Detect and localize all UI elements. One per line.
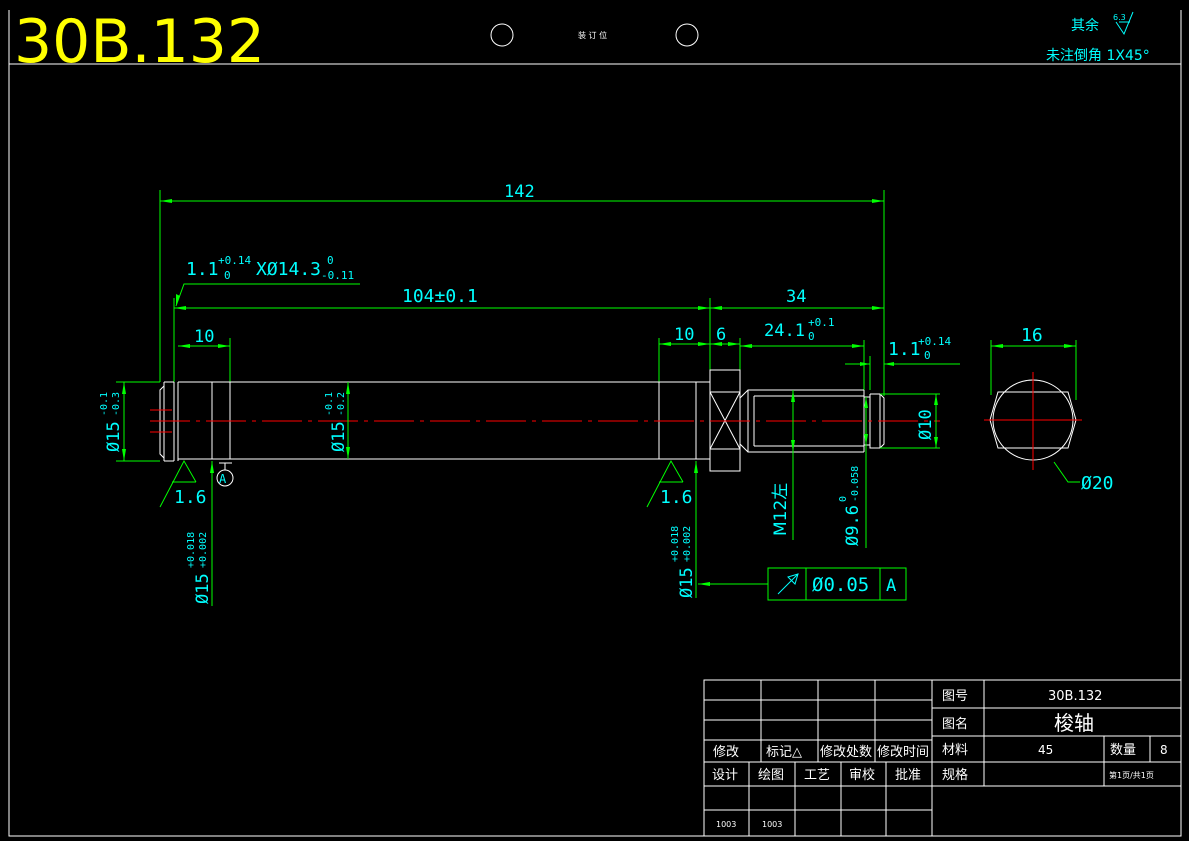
binding-hole-left bbox=[490, 23, 514, 47]
dim-hex-width-text: 6 bbox=[716, 325, 726, 345]
dim-overall-length: 142 bbox=[504, 182, 535, 202]
qty-value: 8 bbox=[1160, 743, 1168, 757]
sign-value-1: 1003 bbox=[762, 820, 782, 829]
tolerance-datum: A bbox=[886, 576, 896, 596]
dim-bearing-right-text: Ø15 bbox=[677, 567, 697, 598]
dim-bearing-left-text: Ø15 bbox=[193, 573, 213, 604]
dim-right-groove-tol-lower: 0 bbox=[924, 349, 931, 362]
dim-right-length-text: 34 bbox=[786, 287, 806, 307]
dim-thread-length: 24.1 bbox=[764, 321, 805, 341]
dim-left-dia-tol-lower: -0.3 bbox=[111, 392, 122, 416]
rev-header-0: 修改 bbox=[713, 745, 739, 760]
datum-letter: A bbox=[219, 472, 227, 486]
dim-bearing-right-tol-lower: +0.002 bbox=[682, 526, 693, 562]
drawing-name-label: 图名 bbox=[942, 716, 968, 732]
groove-spec-a-tol-upper: +0.14 bbox=[218, 254, 251, 267]
title-block-text: 修改 标记△ 修改处数 修改时间 设计 绘图 工艺 审校 批准 1003 100… bbox=[712, 689, 1168, 829]
groove-spec-annotation: 1.1 +0.14 0 XØ14.3 0 -0.11 bbox=[175, 254, 360, 307]
dim-mid-dia-tol-lower: -0.2 bbox=[336, 392, 347, 416]
drawing-no: 30B.132 bbox=[1048, 689, 1102, 704]
roughness-left-text: 1.6 bbox=[174, 487, 207, 508]
roughness-note-label: 其余 bbox=[1071, 17, 1099, 34]
datum-symbol: A bbox=[216, 462, 234, 487]
drawing-frame bbox=[8, 63, 1182, 837]
end-view: 16 Ø20 bbox=[984, 325, 1114, 494]
dim-thread: M12左 bbox=[771, 390, 795, 540]
tolerance-value: Ø0.05 bbox=[812, 574, 869, 596]
dim-right-groove-tol-upper: +0.14 bbox=[918, 335, 951, 348]
sign-header-2: 工艺 bbox=[804, 768, 830, 783]
material-label: 材料 bbox=[942, 743, 968, 758]
dim-right-groove-text: 1.1 bbox=[888, 339, 921, 360]
end-view-dia-text: Ø20 bbox=[1081, 473, 1114, 494]
dim-right-segs: 10 6 24.1 +0.1 0 bbox=[658, 316, 865, 390]
rev-header-2: 修改处数 bbox=[820, 745, 872, 760]
end-view-width-text: 16 bbox=[1021, 325, 1043, 346]
dim-right-groove: 1.1 +0.14 0 bbox=[845, 335, 960, 390]
dim-bearing-left: Ø15 +0.018 +0.002 bbox=[186, 461, 214, 606]
roughness-symbol-left: 1.6 bbox=[159, 459, 207, 508]
chamfer-note: 未注倒角 1X45° bbox=[1046, 48, 1150, 64]
dim-mid-dia-tol-upper: -0.1 bbox=[324, 392, 335, 416]
drawing-canvas: 30B.132 装 订 位 其余 6.3 未注倒角 1X45° 142 1.1 … bbox=[8, 7, 1182, 837]
dim-overall: 142 bbox=[159, 182, 885, 396]
dim-left-seg: 10 bbox=[178, 327, 231, 382]
sign-header-4: 批准 bbox=[895, 768, 921, 783]
rev-header-1: 标记△ bbox=[766, 745, 802, 760]
dim-undercut-tol-lower: -0.058 bbox=[850, 466, 861, 502]
sign-value-0: 1003 bbox=[716, 820, 736, 829]
drawing-name: 梭轴 bbox=[1054, 711, 1094, 735]
dim-undercut-text: Ø9.6 bbox=[843, 505, 863, 546]
dim-thread-length-tol-upper: +0.1 bbox=[808, 316, 835, 329]
qty-label: 数量 bbox=[1110, 743, 1136, 758]
roughness-right-text: 1.6 bbox=[660, 487, 693, 508]
dim-bearing-left-tol-lower: +0.002 bbox=[198, 532, 209, 568]
spec-label: 规格 bbox=[942, 767, 968, 783]
dim-left-dia-text: Ø15 bbox=[104, 421, 124, 452]
dim-left-dia-tol-upper: -0.1 bbox=[99, 392, 110, 416]
dim-left-seg-text: 10 bbox=[194, 327, 214, 347]
dim-main-length-text: 104±0.1 bbox=[402, 286, 478, 307]
sign-header-1: 绘图 bbox=[758, 768, 784, 783]
binding-hole-right bbox=[675, 23, 699, 47]
roughness-note-value: 6.3 bbox=[1113, 13, 1126, 22]
dim-undercut-tol-upper: 0 bbox=[838, 496, 849, 502]
tolerance-frame: Ø0.05 A bbox=[698, 567, 907, 601]
groove-spec-b-tol-lower: -0.11 bbox=[321, 269, 354, 282]
dim-bearing-right-tol-upper: +0.018 bbox=[670, 526, 681, 562]
drawing-no-label: 图号 bbox=[942, 689, 968, 704]
page-info: 第1页/共1页 bbox=[1109, 770, 1154, 780]
dim-bearing-left-tol-upper: +0.018 bbox=[186, 532, 197, 568]
dim-thread-length-tol-lower: 0 bbox=[808, 330, 815, 343]
binding-label: 装 订 位 bbox=[578, 30, 607, 40]
sign-header-3: 审校 bbox=[849, 767, 875, 783]
dim-mid-dia-text: Ø15 bbox=[329, 421, 349, 452]
rev-header-3: 修改时间 bbox=[877, 745, 929, 760]
drawing-number-large: 30B.132 bbox=[14, 7, 265, 77]
roughness-symbol-right: 1.6 bbox=[646, 459, 693, 508]
groove-spec-a-tol-lower: 0 bbox=[224, 269, 231, 282]
sign-header-0: 设计 bbox=[712, 768, 738, 783]
dim-right-seg-text: 10 bbox=[674, 325, 694, 345]
dim-right-end-dia-text: Ø10 bbox=[916, 409, 936, 440]
groove-spec-a: 1.1 bbox=[186, 259, 219, 280]
groove-spec-b-tol-upper: 0 bbox=[327, 254, 334, 267]
material-value: 45 bbox=[1038, 743, 1053, 757]
dim-thread-text: M12左 bbox=[771, 483, 791, 536]
roughness-symbol-general: 6.3 bbox=[1113, 11, 1134, 36]
groove-spec-x: XØ14.3 bbox=[256, 259, 321, 280]
